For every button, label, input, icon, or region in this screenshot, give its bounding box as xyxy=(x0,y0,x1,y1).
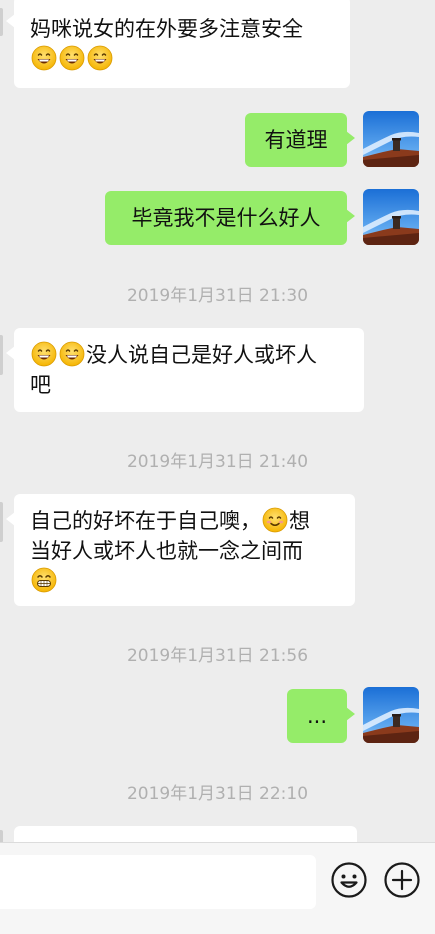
message-input[interactable] xyxy=(0,855,316,909)
grinning-emoji-icon xyxy=(31,341,57,367)
outgoing-message-bubble[interactable]: ... xyxy=(287,689,355,743)
sender-avatar-edge[interactable] xyxy=(0,8,3,36)
message-text: 妈咪说女的在外要多注意安全 xyxy=(30,17,303,41)
grinning-emoji-icon xyxy=(31,45,57,71)
chat-input-bar xyxy=(0,842,435,934)
message-text-line2: 吧 xyxy=(30,373,51,397)
sender-avatar-edge[interactable] xyxy=(0,335,3,375)
message-text: 毕竟我不是什么好人 xyxy=(131,206,321,230)
incoming-message-bubble[interactable]: 没人说自己是好人或坏人 吧 xyxy=(6,328,364,412)
smiling-emoji-icon xyxy=(262,507,288,533)
my-avatar[interactable] xyxy=(363,111,419,167)
message-text: ... xyxy=(306,704,328,728)
my-avatar[interactable] xyxy=(363,687,419,743)
message-text-line1-tail: 想 xyxy=(289,509,310,533)
sender-avatar-edge[interactable] xyxy=(0,502,3,542)
timestamp: 2019年1月31日 21:40 xyxy=(126,452,309,472)
message-text-line2: 当好人或坏人也就一念之间而 xyxy=(30,539,303,563)
message-text-line1: 自己的好坏在于自己噢， xyxy=(30,509,261,533)
grinning-emoji-icon xyxy=(59,45,85,71)
incoming-message-bubble[interactable]: 自己的好坏在于自己噢， 想 当好人或坏人也就一念之间而 xyxy=(6,494,355,606)
grinning-emoji-icon xyxy=(59,341,85,367)
message-text-line1: 没人说自己是好人或坏人 xyxy=(86,343,317,367)
outgoing-message-bubble[interactable]: 有道理 xyxy=(245,113,355,167)
message-text: 有道理 xyxy=(264,128,328,152)
timestamp: 2019年1月31日 21:30 xyxy=(126,286,309,306)
outgoing-message-bubble[interactable]: 毕竟我不是什么好人 xyxy=(105,191,355,245)
grimacing-emoji-icon xyxy=(31,567,57,593)
my-avatar[interactable] xyxy=(363,189,419,245)
timestamp: 2019年1月31日 21:56 xyxy=(126,646,309,666)
timestamp: 2019年1月31日 22:10 xyxy=(126,784,309,804)
plus-circle-icon[interactable] xyxy=(383,861,421,899)
incoming-message-bubble[interactable]: 妈咪说女的在外要多注意安全 xyxy=(6,0,350,88)
emoji-face-icon[interactable] xyxy=(330,861,368,899)
grinning-emoji-icon xyxy=(87,45,113,71)
